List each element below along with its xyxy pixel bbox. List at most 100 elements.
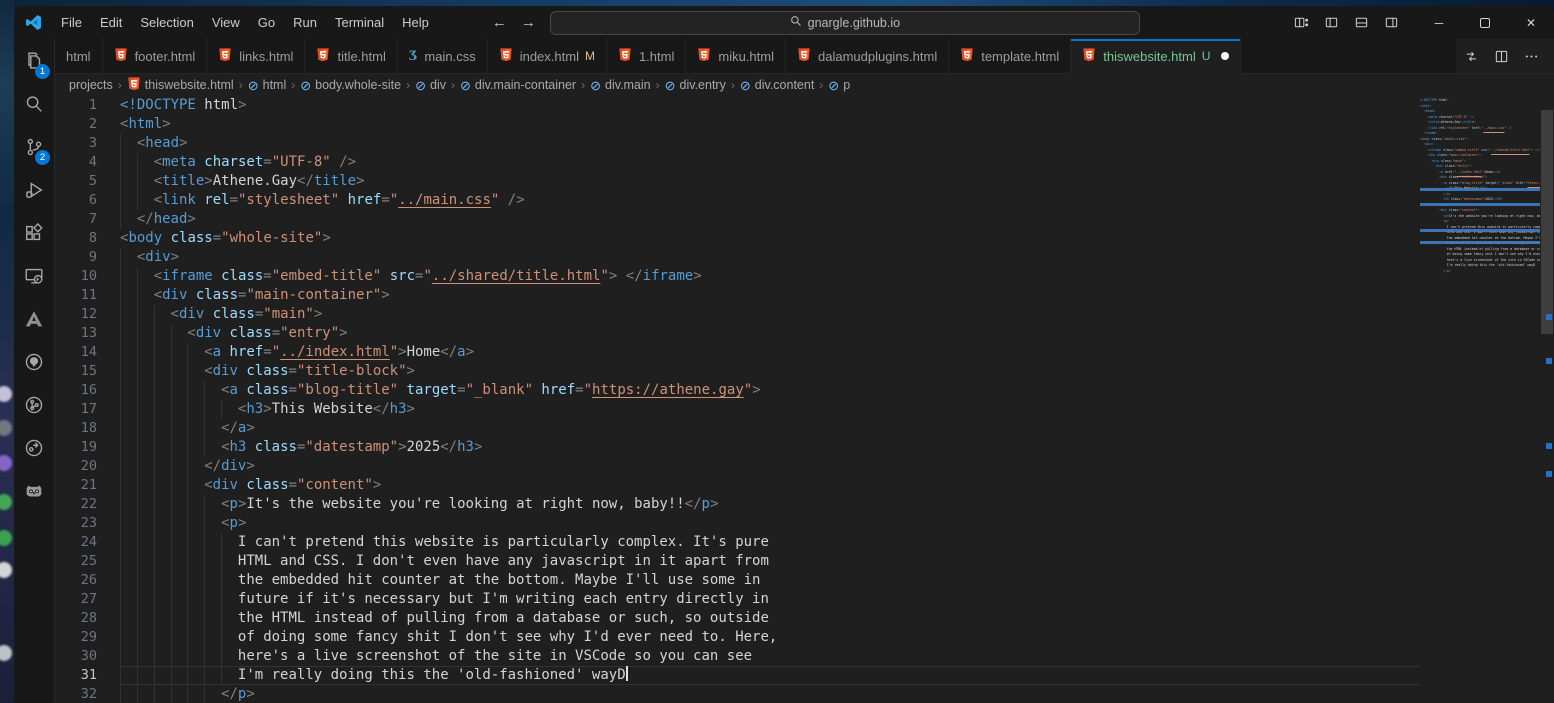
- line-number[interactable]: 8: [55, 229, 97, 248]
- tab-1.html[interactable]: 1.html: [607, 39, 686, 73]
- line-number[interactable]: 11: [55, 286, 97, 305]
- code-line[interactable]: 25HTML and CSS. I don't even have any ja…: [55, 552, 1420, 571]
- breadcrumb-item-div.main[interactable]: ⊘div.main: [590, 78, 651, 92]
- nav-back-icon[interactable]: ←: [492, 14, 507, 31]
- command-center-search[interactable]: gnargle.github.io: [550, 11, 1140, 35]
- code-line[interactable]: 24I can't pretend this website is partic…: [55, 533, 1420, 552]
- toggle-secondary-sidebar-icon[interactable]: [1376, 11, 1406, 35]
- activitybar-run-debug[interactable]: [17, 174, 51, 210]
- line-number[interactable]: 5: [55, 172, 97, 191]
- line-number[interactable]: 10: [55, 267, 97, 286]
- open-changes-icon[interactable]: [1456, 44, 1486, 68]
- activitybar-source-control[interactable]: 2: [17, 131, 51, 167]
- line-number[interactable]: 7: [55, 210, 97, 229]
- maximize-button[interactable]: [1462, 6, 1508, 39]
- minimize-button[interactable]: ─: [1416, 6, 1462, 39]
- line-number[interactable]: 13: [55, 324, 97, 343]
- menu-go[interactable]: Go: [249, 11, 284, 34]
- close-button[interactable]: ✕: [1508, 6, 1554, 39]
- line-number[interactable]: 16: [55, 381, 97, 400]
- code-line[interactable]: 14<a href="../index.html">Home</a>: [55, 343, 1420, 362]
- scrollbar-thumb[interactable]: [1541, 110, 1553, 334]
- breadcrumb-item-projects[interactable]: projects: [69, 78, 113, 92]
- line-number[interactable]: 29: [55, 628, 97, 647]
- activitybar-remote-explorer[interactable]: [17, 260, 51, 296]
- code-line[interactable]: 1<!DOCTYPE html>: [55, 96, 1420, 115]
- code-area[interactable]: 1<!DOCTYPE html>2<html>3<head>4<meta cha…: [55, 96, 1420, 703]
- breadcrumb-item-div.main-container[interactable]: ⊘div.main-container: [460, 78, 576, 92]
- vertical-scrollbar[interactable]: [1540, 96, 1554, 703]
- code-line[interactable]: 10<iframe class="embed-title" src="../sh…: [55, 267, 1420, 286]
- line-number[interactable]: 1: [55, 96, 97, 115]
- toggle-primary-sidebar-icon[interactable]: [1316, 11, 1346, 35]
- activitybar-gitlens[interactable]: [17, 432, 51, 468]
- line-number[interactable]: 25: [55, 552, 97, 571]
- line-number[interactable]: 3: [55, 134, 97, 153]
- code-line[interactable]: 12<div class="main">: [55, 305, 1420, 324]
- tab-dalamudplugins.html[interactable]: dalamudplugins.html: [786, 39, 949, 73]
- tab-template.html[interactable]: template.html: [949, 39, 1071, 73]
- code-line[interactable]: 18</a>: [55, 419, 1420, 438]
- code-line[interactable]: 29of doing some fancy shit I don't see w…: [55, 628, 1420, 647]
- menu-selection[interactable]: Selection: [131, 11, 202, 34]
- toggle-panel-icon[interactable]: [1346, 11, 1376, 35]
- line-number[interactable]: 27: [55, 590, 97, 609]
- code-line[interactable]: 22<p>It's the website you're looking at …: [55, 495, 1420, 514]
- line-number[interactable]: 21: [55, 476, 97, 495]
- line-number[interactable]: 30: [55, 647, 97, 666]
- tab-html[interactable]: html: [55, 39, 103, 73]
- breadcrumb-item-thiswebsite.html[interactable]: thiswebsite.html: [127, 76, 234, 94]
- line-number[interactable]: 6: [55, 191, 97, 210]
- code-line[interactable]: 23<p>: [55, 514, 1420, 533]
- line-number[interactable]: 31: [55, 666, 97, 685]
- breadcrumb-item-p[interactable]: ⊘p: [828, 78, 850, 92]
- line-number[interactable]: 18: [55, 419, 97, 438]
- line-number[interactable]: 12: [55, 305, 97, 324]
- menu-run[interactable]: Run: [284, 11, 326, 34]
- tab-index.html[interactable]: index.htmlM: [488, 39, 607, 73]
- tab-footer.html[interactable]: footer.html: [103, 39, 208, 73]
- menu-help[interactable]: Help: [393, 11, 438, 34]
- line-number[interactable]: 19: [55, 438, 97, 457]
- tab-title.html[interactable]: title.html: [305, 39, 397, 73]
- code-line[interactable]: 27future if it's necessary but I'm writi…: [55, 590, 1420, 609]
- code-line[interactable]: 21<div class="content">: [55, 476, 1420, 495]
- breadcrumb-item-div.content[interactable]: ⊘div.content: [740, 78, 814, 92]
- menu-terminal[interactable]: Terminal: [326, 11, 393, 34]
- activitybar-extensions[interactable]: [17, 217, 51, 253]
- line-number[interactable]: 28: [55, 609, 97, 628]
- unsaved-dot-icon[interactable]: [1221, 52, 1229, 60]
- tab-main.css[interactable]: Ʒmain.css: [398, 39, 488, 73]
- activitybar-explorer[interactable]: 1: [17, 45, 51, 81]
- activitybar-letter-a-extension[interactable]: [17, 303, 51, 339]
- code-line[interactable]: 3<head>: [55, 134, 1420, 153]
- tab-thiswebsite.html[interactable]: thiswebsite.htmlU: [1071, 39, 1241, 74]
- code-line[interactable]: 20</div>: [55, 457, 1420, 476]
- code-line[interactable]: 11<div class="main-container">: [55, 286, 1420, 305]
- code-line[interactable]: 16<a class="blog-title" target="_blank" …: [55, 381, 1420, 400]
- nav-forward-icon[interactable]: →: [521, 14, 536, 31]
- line-number[interactable]: 14: [55, 343, 97, 362]
- customize-layout-icon[interactable]: [1286, 11, 1316, 35]
- code-line[interactable]: 2<html>: [55, 115, 1420, 134]
- line-number[interactable]: 22: [55, 495, 97, 514]
- breadcrumb-item-div.entry[interactable]: ⊘div.entry: [665, 78, 726, 92]
- activitybar-godot-tools[interactable]: [17, 475, 51, 511]
- minimap[interactable]: <!DOCTYPE html><html><head><meta charset…: [1420, 96, 1540, 703]
- more-actions-icon[interactable]: [1516, 44, 1546, 68]
- menu-edit[interactable]: Edit: [91, 11, 131, 34]
- code-line[interactable]: 19<h3 class="datestamp">2025</h3>: [55, 438, 1420, 457]
- line-number[interactable]: 23: [55, 514, 97, 533]
- line-number[interactable]: 2: [55, 115, 97, 134]
- breadcrumb-item-body.whole-site[interactable]: ⊘body.whole-site: [300, 78, 401, 92]
- line-number[interactable]: 4: [55, 153, 97, 172]
- line-number[interactable]: 26: [55, 571, 97, 590]
- line-number[interactable]: 24: [55, 533, 97, 552]
- tab-links.html[interactable]: links.html: [207, 39, 305, 73]
- split-editor-icon[interactable]: [1486, 44, 1516, 68]
- code-line[interactable]: 32</p>: [55, 685, 1420, 703]
- code-line[interactable]: 7</head>: [55, 210, 1420, 229]
- code-line[interactable]: 13<div class="entry">: [55, 324, 1420, 343]
- code-line[interactable]: 5<title>Athene.Gay</title>: [55, 172, 1420, 191]
- tab-miku.html[interactable]: miku.html: [686, 39, 786, 73]
